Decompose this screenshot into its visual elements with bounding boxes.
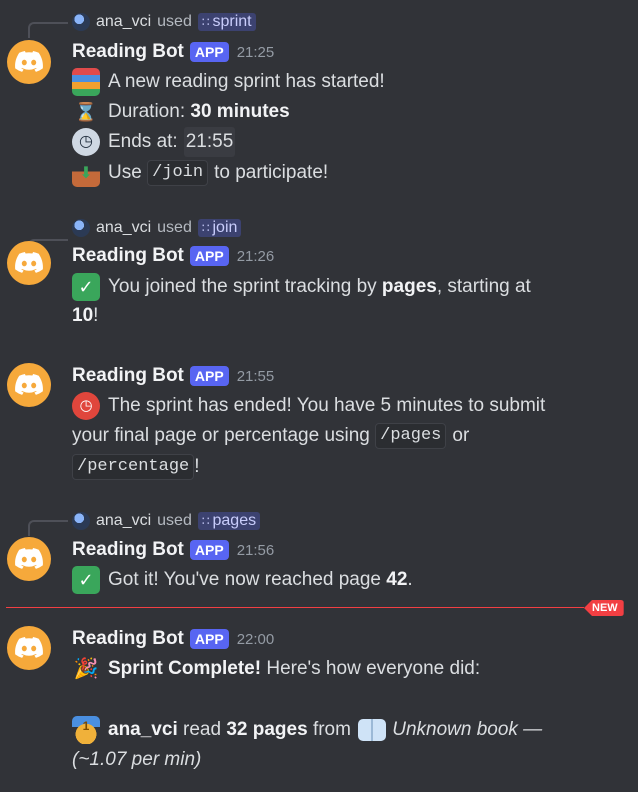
message-text: A new reading sprint has started! — [108, 71, 385, 92]
reply-username[interactable]: ana_vci — [96, 512, 151, 530]
timestamp[interactable]: 21:25 — [237, 44, 275, 61]
command-link[interactable]: ∷ sprint — [197, 13, 256, 31]
book-title: Unknown book — — [392, 719, 543, 740]
message-text: Got it! You've now reached page — [108, 569, 381, 590]
duration-label: Duration: — [108, 101, 186, 122]
author-name[interactable]: Reading Bot — [72, 628, 184, 650]
summary-title: Sprint Complete! — [108, 658, 262, 679]
use-suffix: to participate! — [214, 162, 329, 183]
from-text: from — [312, 719, 351, 740]
reply-spine — [28, 22, 68, 38]
message-text: The sprint has ended! You have 5 minutes… — [108, 395, 546, 416]
avatar[interactable] — [72, 13, 90, 31]
new-badge: NEW — [584, 600, 624, 616]
bot-avatar[interactable] — [7, 40, 51, 84]
alarm-clock-icon: ◷ — [72, 392, 100, 420]
app-badge: APP — [189, 246, 229, 266]
books-icon — [72, 68, 100, 96]
summary-text: Here's how everyone did: — [266, 658, 481, 679]
reply-username[interactable]: ana_vci — [96, 13, 151, 31]
pages-command-code: /pages — [375, 423, 447, 449]
avatar[interactable] — [72, 512, 90, 530]
open-book-icon — [358, 719, 387, 741]
reply-used-text: used — [157, 219, 192, 236]
discord-logo-icon — [15, 51, 43, 73]
reply-context[interactable]: ana_vci used ∷ sprint — [72, 11, 256, 33]
reply-context[interactable]: ana_vci used ∷ pages — [72, 510, 261, 532]
punctuation: ! — [93, 305, 99, 326]
check-mark-icon: ✓ — [72, 566, 100, 594]
command-icon: ∷ — [201, 221, 210, 235]
percentage-command-code: /percentage — [72, 454, 195, 480]
command-icon: ∷ — [201, 514, 210, 528]
message-text-2: your final page or percentage using — [72, 425, 370, 446]
tracking-mode: pages — [381, 276, 437, 297]
discord-logo-icon — [15, 252, 43, 274]
discord-logo-icon — [15, 374, 43, 396]
command-link[interactable]: ∷ join — [197, 219, 242, 237]
command-link[interactable]: ∷ pages — [197, 512, 261, 530]
or-text: or — [452, 425, 470, 446]
author-name[interactable]: Reading Bot — [72, 41, 184, 63]
timestamp[interactable]: 22:00 — [237, 631, 275, 648]
command-name: pages — [212, 512, 257, 529]
check-mark-icon: ✓ — [72, 273, 100, 301]
pages-read: 32 pages — [226, 719, 308, 740]
reading-rate: (~1.07 per min) — [72, 749, 202, 770]
read-text: read — [183, 719, 222, 740]
reply-spine — [28, 520, 68, 536]
message-text: You joined the sprint tracking by — [108, 276, 377, 297]
clock-icon: ◷ — [72, 128, 100, 156]
timestamp[interactable]: 21:56 — [237, 542, 275, 559]
join-command-code: /join — [147, 160, 209, 186]
reply-used-text: used — [157, 13, 192, 30]
reply-context[interactable]: ana_vci used ∷ join — [72, 217, 242, 239]
hourglass-icon: ⌛ — [74, 102, 98, 122]
party-popper-icon: 🎉 — [73, 658, 99, 680]
app-badge: APP — [189, 629, 229, 649]
timestamp[interactable]: 21:55 — [237, 368, 275, 385]
punctuation: . — [407, 569, 413, 590]
app-badge: APP — [189, 42, 229, 62]
start-value: 10 — [72, 305, 94, 326]
reply-username[interactable]: ana_vci — [96, 219, 151, 237]
author-name[interactable]: Reading Bot — [72, 245, 184, 267]
discord-logo-icon — [15, 637, 43, 659]
new-messages-divider — [6, 607, 584, 608]
inbox-tray-icon: ⬇ — [72, 159, 100, 187]
punctuation: ! — [194, 456, 200, 477]
duration-value: 30 minutes — [190, 101, 290, 122]
bot-avatar[interactable] — [7, 626, 51, 670]
bot-avatar[interactable] — [7, 363, 51, 407]
message-text-suffix: , starting at — [436, 276, 531, 297]
reply-used-text: used — [157, 512, 192, 529]
bot-avatar[interactable] — [7, 537, 51, 581]
page-value: 42 — [386, 569, 408, 590]
author-name[interactable]: Reading Bot — [72, 365, 184, 387]
first-place-medal-icon: 1 — [72, 716, 100, 744]
timestamp[interactable]: 21:26 — [237, 248, 275, 265]
ends-label: Ends at: — [108, 131, 178, 152]
app-badge: APP — [189, 540, 229, 560]
app-badge: APP — [189, 366, 229, 386]
command-name: sprint — [212, 13, 252, 30]
leaderboard-user[interactable]: ana_vci — [108, 715, 178, 745]
discord-logo-icon — [15, 548, 43, 570]
command-name: join — [212, 219, 238, 236]
author-name[interactable]: Reading Bot — [72, 539, 184, 561]
avatar[interactable] — [72, 219, 90, 237]
ends-time[interactable]: 21:55 — [183, 127, 236, 157]
use-label: Use — [108, 162, 142, 183]
bot-avatar[interactable] — [7, 241, 51, 285]
command-icon: ∷ — [201, 15, 210, 29]
